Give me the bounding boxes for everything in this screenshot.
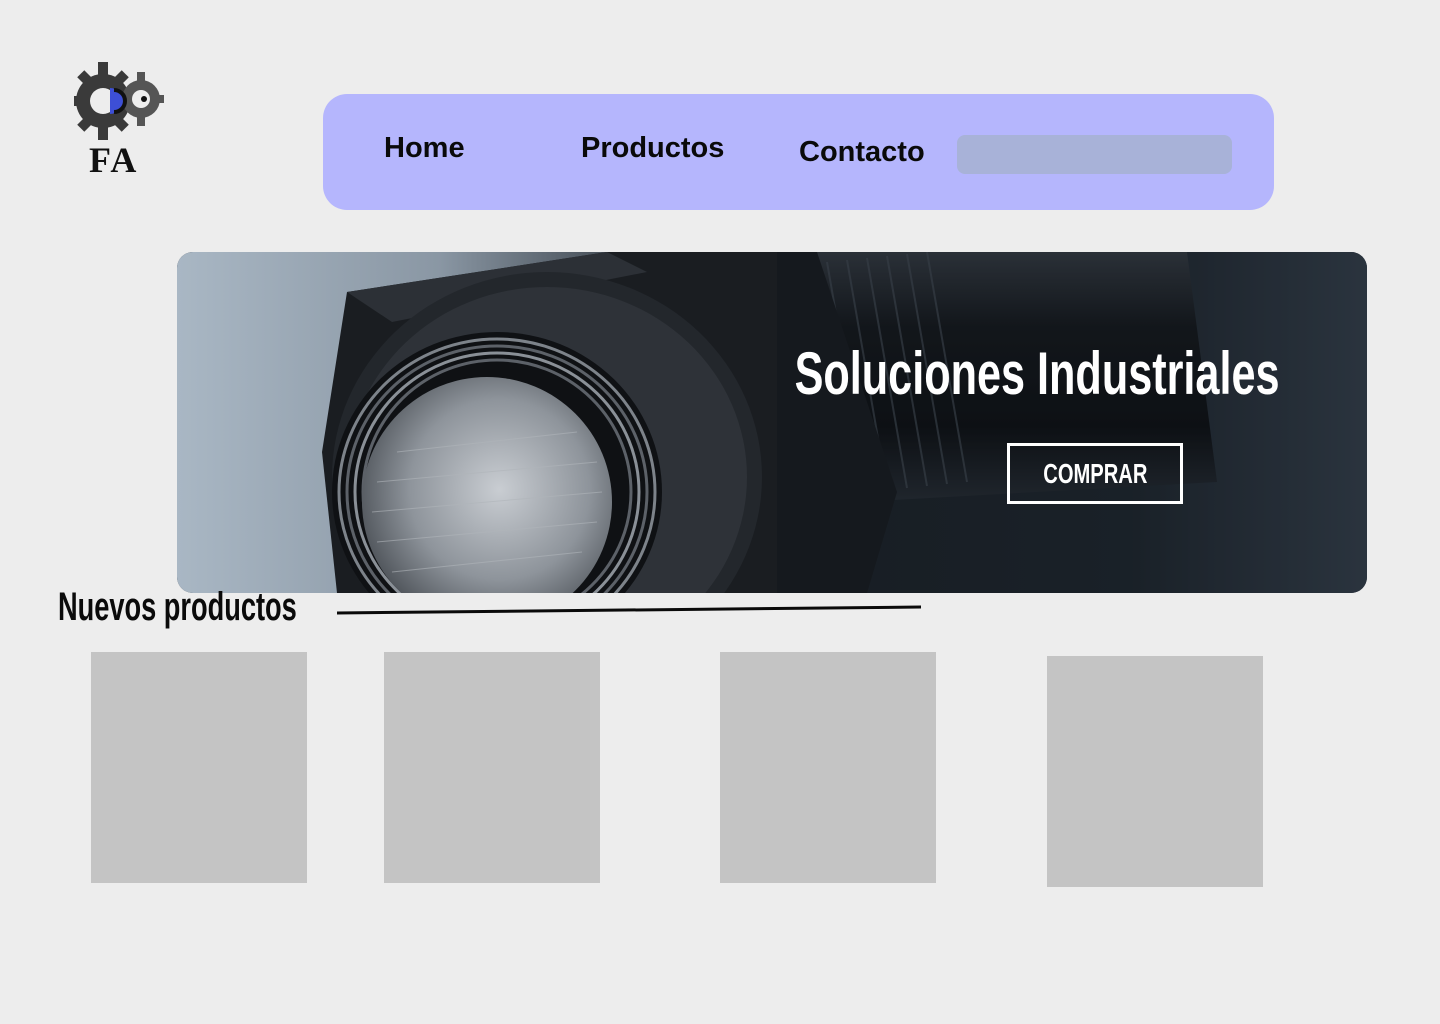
nav-link-home[interactable]: Home [384, 134, 465, 163]
nav-link-productos[interactable]: Productos [581, 134, 724, 163]
comprar-button[interactable]: COMPRAR [1007, 443, 1183, 504]
brand-name: FA [89, 140, 139, 180]
product-card-2[interactable] [384, 652, 600, 883]
product-card-3[interactable] [720, 652, 936, 883]
new-products-heading: Nuevos productos [58, 585, 297, 629]
product-card-1[interactable] [91, 652, 307, 883]
product-card-4[interactable] [1047, 656, 1263, 887]
gear-icon [74, 62, 164, 140]
nav-link-contacto[interactable]: Contacto [799, 138, 925, 167]
hero-bolt-image [177, 252, 1367, 593]
main-navbar: Home Productos Contacto [323, 94, 1274, 210]
section-divider [337, 605, 921, 615]
comprar-button-label: COMPRAR [1042, 457, 1148, 489]
hero-title: Soluciones Industriales [795, 340, 1280, 407]
search-input[interactable] [957, 135, 1232, 174]
brand-logo[interactable]: FA [70, 58, 170, 188]
hero-banner: Soluciones Industriales COMPRAR [177, 252, 1367, 593]
